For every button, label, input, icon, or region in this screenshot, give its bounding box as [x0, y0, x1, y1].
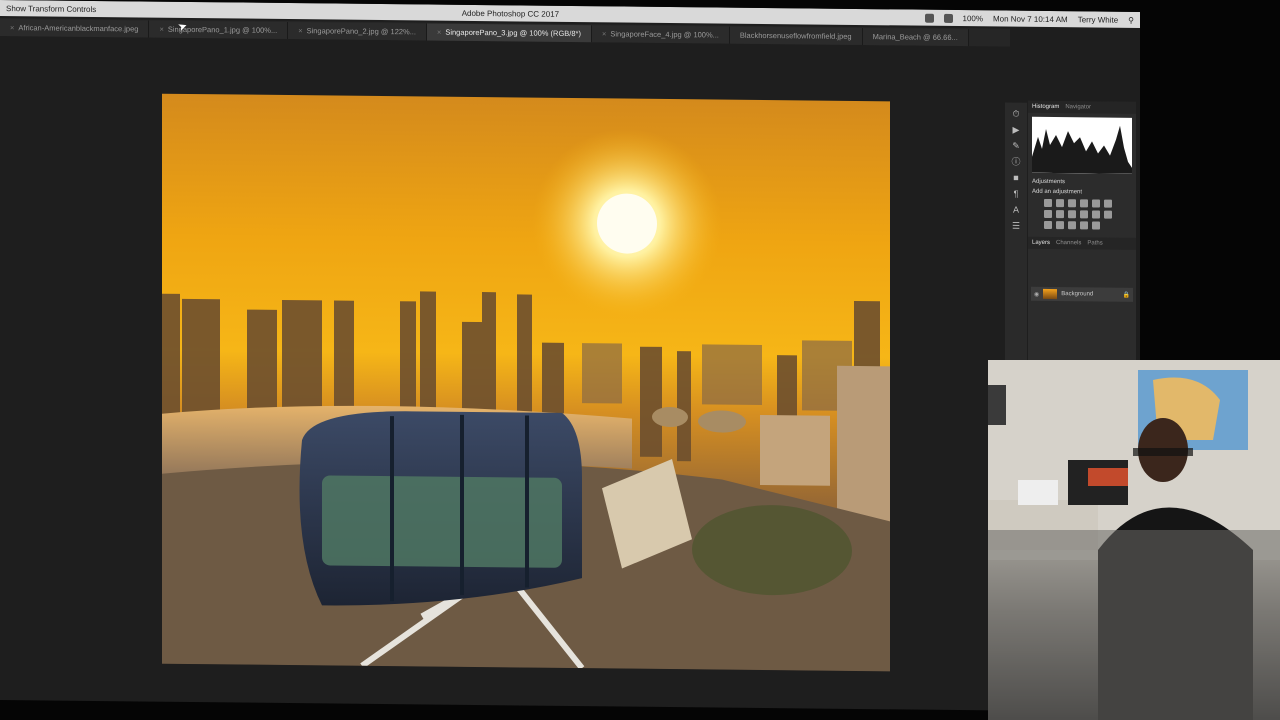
battery-text: 100%	[962, 13, 983, 23]
doc-tab-1[interactable]: × SingaporePano_1.jpg @ 100%...	[149, 20, 289, 40]
doc-tab-0[interactable]: × African-Americanblackmanface.jpeg	[0, 19, 150, 38]
paragraph-icon[interactable]: ¶	[1011, 189, 1021, 199]
doc-tab-4[interactable]: × SingaporeFace_4.jpg @ 100%...	[591, 25, 730, 44]
adjustment-icon[interactable]	[1104, 199, 1112, 208]
tab-histogram[interactable]: Histogram	[1032, 104, 1059, 110]
tab-layers[interactable]: Layers	[1032, 240, 1050, 246]
tab-navigator[interactable]: Navigator	[1065, 104, 1091, 110]
lock-icon[interactable]: 🔒	[1123, 291, 1130, 298]
photoshop-window: Show Transform Controls Adobe Photoshop …	[0, 0, 1140, 712]
user-name[interactable]: Terry White	[1078, 15, 1118, 24]
layer-tabs: Layers Channels Paths	[1028, 236, 1136, 250]
close-icon[interactable]: ×	[159, 25, 163, 34]
doc-tab-2[interactable]: × SingaporePano_2.jpg @ 122%...	[288, 22, 427, 41]
type-icon[interactable]: A	[1011, 205, 1021, 215]
tab-channels[interactable]: Channels	[1056, 240, 1081, 246]
info-icon[interactable]: ⓘ	[1011, 157, 1021, 167]
adjustment-icon[interactable]	[1080, 210, 1088, 219]
history-icon[interactable]: ⏱	[1011, 109, 1021, 119]
tab-paths[interactable]: Paths	[1087, 240, 1102, 246]
play-icon[interactable]: ▶	[1011, 125, 1021, 135]
close-icon[interactable]: ×	[298, 26, 302, 35]
swatch-icon[interactable]: ■	[1011, 173, 1021, 183]
window-title: Adobe Photoshop CC 2017	[461, 8, 560, 19]
doc-tab-3[interactable]: × SingaporePano_3.jpg @ 100% (RGB/8*)	[426, 23, 592, 43]
adjustment-icon[interactable]	[1104, 210, 1112, 219]
adjustment-icon[interactable]	[1056, 199, 1064, 208]
clock-text: Mon Nov 7 10:14 AM	[992, 13, 1068, 24]
doc-tab-5[interactable]: Blackhorsenuseflowfromfield.jpeg	[729, 26, 863, 46]
eye-icon[interactable]: ◉	[1034, 290, 1039, 297]
adjustments-grid	[1028, 197, 1136, 232]
doc-tab-6[interactable]: Marina_Beach @ 66.66...	[862, 28, 969, 47]
singapore-photo	[162, 128, 890, 672]
presenter-video	[988, 360, 1280, 720]
adjustment-icon[interactable]	[1092, 210, 1100, 219]
histogram-tabs: Histogram Navigator	[1028, 100, 1136, 114]
wifi-icon[interactable]	[924, 13, 934, 23]
layer-name: Background	[1061, 291, 1094, 298]
adjustment-icon[interactable]	[1056, 210, 1064, 219]
search-icon[interactable]: ⚲	[1128, 15, 1134, 24]
bluetooth-icon[interactable]	[943, 13, 953, 23]
layers-icon[interactable]: ☰	[1011, 221, 1021, 231]
histogram-shape	[1032, 125, 1132, 174]
adjustment-icon[interactable]	[1092, 221, 1100, 230]
brush-icon[interactable]: ✎	[1011, 141, 1021, 151]
adjustment-icon[interactable]	[1068, 210, 1076, 219]
layer-row[interactable]: ◉ Background 🔒	[1031, 286, 1133, 302]
layer-thumbnail	[1043, 288, 1058, 300]
close-icon[interactable]: ×	[602, 29, 606, 38]
adjustment-icon[interactable]	[1044, 209, 1052, 219]
adjustment-icon[interactable]	[1068, 199, 1076, 208]
canvas-image[interactable]	[162, 93, 890, 672]
adjustment-icon[interactable]	[1044, 220, 1052, 230]
adjustment-icon[interactable]	[1080, 221, 1088, 230]
webcam-overlay	[988, 360, 1280, 720]
menubar-left-text[interactable]: Show Transform Controls	[6, 4, 96, 14]
right-panels: Histogram Navigator Adjustments Add an a…	[1028, 100, 1136, 372]
panel-dock-icons: ⏱ ▶ ✎ ⓘ ■ ¶ A ☰	[1005, 102, 1027, 373]
adjustment-icon[interactable]	[1080, 199, 1088, 208]
close-icon[interactable]: ×	[437, 28, 441, 37]
layer-controls	[1028, 249, 1136, 284]
close-icon[interactable]: ×	[10, 23, 14, 32]
adjustment-icon[interactable]	[1092, 199, 1100, 208]
adjustment-icon[interactable]	[1056, 221, 1064, 230]
histogram-graph	[1032, 116, 1132, 174]
adjustment-icon[interactable]	[1068, 221, 1076, 230]
adjustment-icon[interactable]	[1044, 198, 1052, 208]
